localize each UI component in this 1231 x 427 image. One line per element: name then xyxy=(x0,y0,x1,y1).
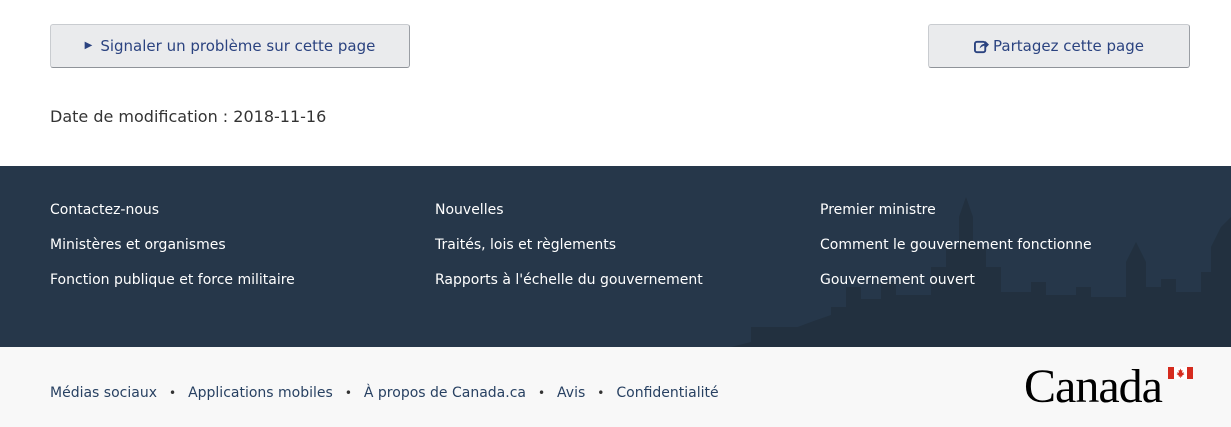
canada-wordmark-text: Canada xyxy=(1024,360,1163,413)
footer-link-reports[interactable]: Rapports à l'échelle du gouvernement xyxy=(435,271,703,306)
sub-footer-links: Médias sociaux • Applications mobiles • … xyxy=(50,385,719,401)
separator-dot: • xyxy=(597,386,605,400)
footer-link-treaties[interactable]: Traités, lois et règlements xyxy=(435,236,703,271)
footer-link-open-government[interactable]: Gouvernement ouvert xyxy=(820,271,1092,306)
footer-link-how-government-works[interactable]: Comment le gouvernement fonctionne xyxy=(820,236,1092,271)
separator-dot: • xyxy=(537,386,546,400)
expand-triangle-icon: ▶ xyxy=(84,39,93,51)
sub-footer: Médias sociaux • Applications mobiles • … xyxy=(0,347,1231,427)
share-page-label: Partagez cette page xyxy=(993,37,1144,55)
footer-link-public-service[interactable]: Fonction publique et force militaire xyxy=(50,271,295,306)
footer-column-2: Nouvelles Traités, lois et règlements Ra… xyxy=(435,201,703,306)
share-icon xyxy=(974,40,990,53)
sub-link-mobile-apps[interactable]: Applications mobiles xyxy=(188,385,333,401)
page-actions: ▶ Signaler un problème sur cette page Pa… xyxy=(0,0,1231,166)
footer-link-news[interactable]: Nouvelles xyxy=(435,201,703,236)
separator-dot: • xyxy=(168,386,177,400)
footer-column-1: Contactez-nous Ministères et organismes … xyxy=(50,201,295,306)
canada-wordmark: Canada xyxy=(1024,360,1194,413)
date-modified: Date de modification : 2018-11-16 xyxy=(50,107,327,126)
sub-link-privacy[interactable]: Confidentialité xyxy=(616,385,718,401)
report-problem-label: Signaler un problème sur cette page xyxy=(100,37,376,55)
separator-dot: • xyxy=(344,386,352,400)
main-footer: Contactez-nous Ministères et organismes … xyxy=(0,166,1231,347)
footer-link-prime-minister[interactable]: Premier ministre xyxy=(820,201,1092,236)
canada-flag-icon xyxy=(1168,367,1193,379)
footer-link-departments[interactable]: Ministères et organismes xyxy=(50,236,295,271)
footer-link-contact[interactable]: Contactez-nous xyxy=(50,201,295,236)
share-page-button[interactable]: Partagez cette page xyxy=(928,24,1190,68)
report-problem-button[interactable]: ▶ Signaler un problème sur cette page xyxy=(50,24,410,68)
sub-link-about[interactable]: À propos de Canada.ca xyxy=(364,385,526,401)
footer-column-3: Premier ministre Comment le gouvernement… xyxy=(820,201,1092,306)
sub-link-social-media[interactable]: Médias sociaux xyxy=(50,385,157,401)
sub-link-notices[interactable]: Avis xyxy=(557,385,585,401)
